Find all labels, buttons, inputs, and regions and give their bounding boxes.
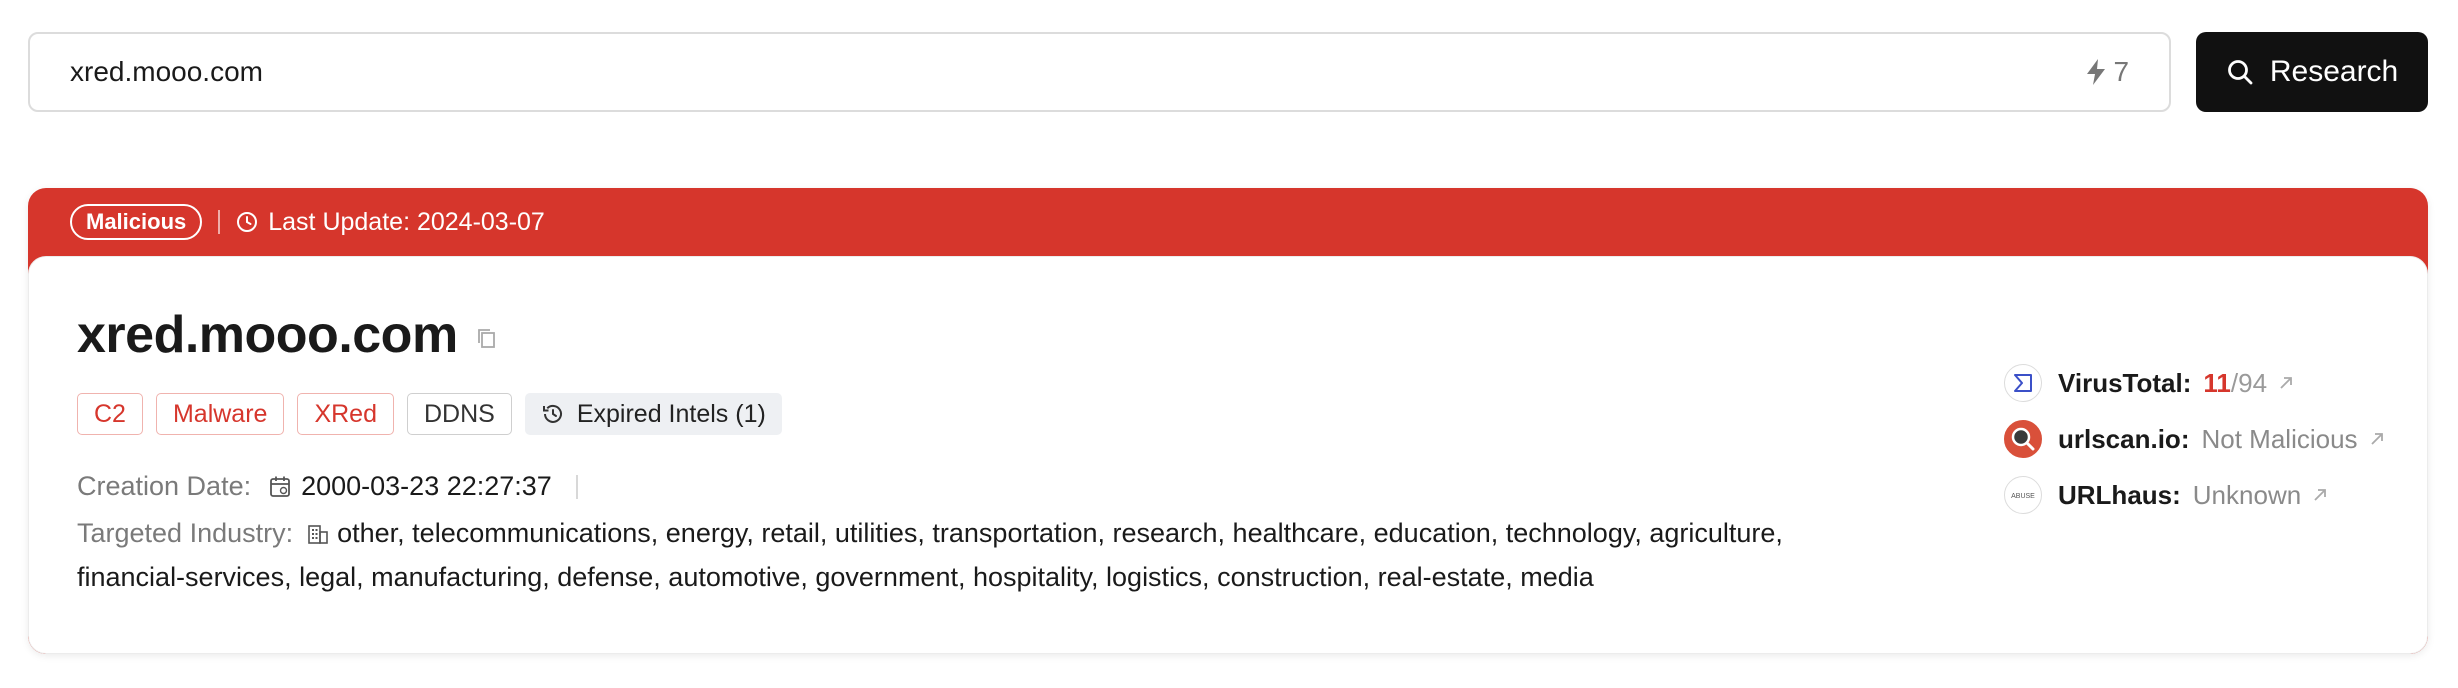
virustotal-hits: 11 bbox=[2203, 367, 2231, 398]
creation-date-value-wrap: 2000-03-23 22:27:37 bbox=[269, 471, 552, 502]
svg-text:ABUSE: ABUSE bbox=[2011, 493, 2035, 500]
external-link-icon[interactable] bbox=[2368, 430, 2386, 448]
industry-label: Targeted Industry: bbox=[77, 518, 294, 548]
search-row: 7 Research bbox=[28, 32, 2428, 112]
meta-divider bbox=[575, 474, 578, 499]
status-banner: Malicious Last Update: 2024-03-07 bbox=[28, 188, 2428, 256]
creation-date-value: 2000-03-23 22:27:37 bbox=[301, 471, 552, 501]
tag-c2[interactable]: C2 bbox=[77, 393, 143, 435]
last-update-text: Last Update: 2024-03-07 bbox=[268, 207, 545, 236]
research-button-label: Research bbox=[2269, 55, 2399, 88]
source-virustotal[interactable]: VirusTotal: 11/94 bbox=[2004, 364, 2386, 402]
search-box[interactable]: 7 bbox=[28, 32, 2172, 112]
virustotal-total: /94 bbox=[2230, 367, 2268, 398]
virustotal-label: VirusTotal: bbox=[2058, 367, 2192, 398]
source-urlscan[interactable]: urlscan.io: Not Malicious bbox=[2004, 420, 2386, 458]
tag-list: C2 Malware XRed DDNS Expired Intels (1) bbox=[77, 393, 782, 435]
virustotal-logo-icon bbox=[2004, 364, 2042, 402]
expired-intels-button[interactable]: Expired Intels (1) bbox=[524, 393, 782, 435]
result-card: Malicious Last Update: 2024-03-07 xred.m… bbox=[28, 188, 2428, 654]
building-icon bbox=[308, 525, 328, 544]
intel-sources: VirusTotal: 11/94 urlscan.io: Not Malici… bbox=[2004, 364, 2386, 514]
external-link-icon[interactable] bbox=[2311, 486, 2329, 504]
lightning-icon bbox=[2086, 59, 2105, 85]
title-row: xred.mooo.com bbox=[77, 305, 498, 365]
targeted-industry-row: Targeted Industry: other, telecommunicat… bbox=[77, 511, 1857, 599]
status-badge: Malicious bbox=[70, 204, 203, 240]
urlhaus-logo-icon: ABUSE bbox=[2004, 476, 2042, 514]
page-title: xred.mooo.com bbox=[77, 306, 458, 364]
clock-icon bbox=[237, 212, 258, 232]
creation-date-row: Creation Date: 2000-03-23 22:27:37 bbox=[77, 471, 578, 502]
copy-icon[interactable] bbox=[476, 327, 498, 351]
urlscan-value: Not Malicious bbox=[2201, 423, 2358, 454]
search-icon bbox=[2227, 60, 2253, 85]
research-button[interactable]: Research bbox=[2196, 32, 2428, 112]
quota-indicator: 7 bbox=[2084, 56, 2130, 88]
quota-count: 7 bbox=[2113, 56, 2130, 87]
banner-divider bbox=[218, 210, 221, 234]
last-update: Last Update: 2024-03-07 bbox=[236, 208, 545, 237]
expired-intels-label: Expired Intels (1) bbox=[576, 399, 766, 428]
external-link-icon[interactable] bbox=[2277, 374, 2295, 392]
urlhaus-value: Unknown bbox=[2192, 479, 2302, 510]
source-urlhaus[interactable]: ABUSE URLhaus: Unknown bbox=[2004, 476, 2386, 514]
industry-values: other, telecommunications, energy, retai… bbox=[77, 518, 1783, 592]
urlscan-logo-icon bbox=[2004, 420, 2042, 458]
tag-xred[interactable]: XRed bbox=[297, 393, 394, 435]
tag-malware[interactable]: Malware bbox=[155, 393, 285, 435]
search-input[interactable] bbox=[70, 56, 2084, 88]
calendar-icon bbox=[270, 476, 290, 497]
card-body: xred.mooo.com C2 Malware XRed DDNS Expir… bbox=[28, 256, 2428, 654]
history-icon bbox=[542, 404, 562, 423]
creation-date-label: Creation Date: bbox=[77, 471, 252, 501]
urlhaus-label: URLhaus: bbox=[2058, 479, 2181, 510]
tag-ddns[interactable]: DDNS bbox=[407, 393, 512, 435]
urlscan-label: urlscan.io: bbox=[2058, 423, 2190, 454]
